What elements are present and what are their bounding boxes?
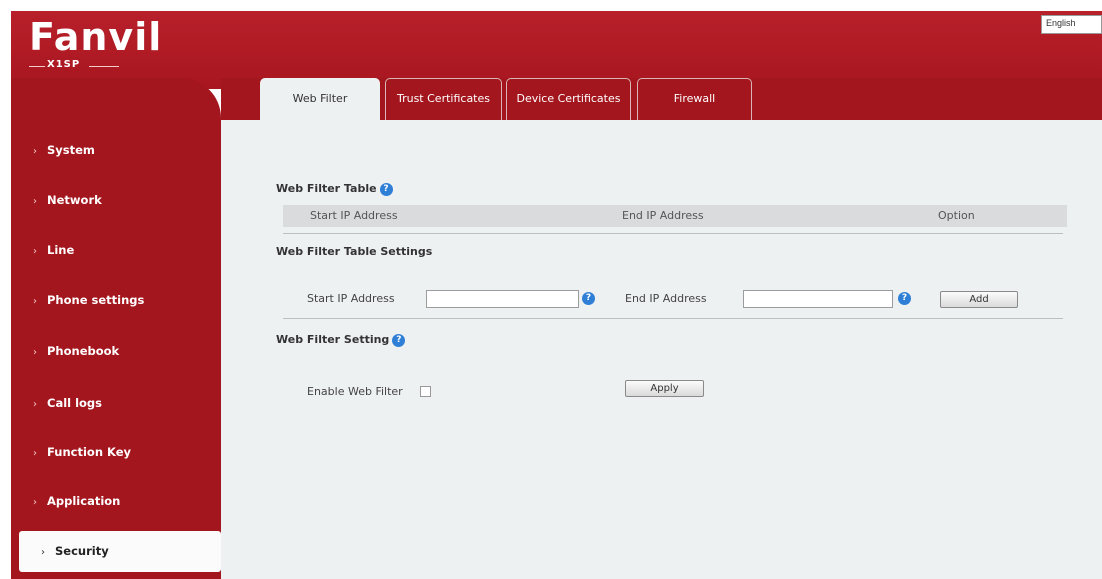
help-icon[interactable]: ? xyxy=(898,292,911,305)
logo: Fanvil xyxy=(29,15,163,59)
enable-web-filter-label: Enable Web Filter xyxy=(307,385,403,398)
sidebar-item-phonebook[interactable]: › Phonebook xyxy=(11,337,221,365)
tab-firewall[interactable]: Firewall xyxy=(637,78,752,120)
chevron-right-icon: › xyxy=(33,146,37,157)
tab-bar: Web Filter Trust Certificates Device Cer… xyxy=(221,78,1102,120)
sidebar-item-label: Application xyxy=(47,494,121,508)
divider xyxy=(283,233,1063,234)
end-ip-label: End IP Address xyxy=(625,292,707,305)
help-icon[interactable]: ? xyxy=(392,333,406,347)
table-header: Start IP Address End IP Address Option xyxy=(283,205,1067,227)
tab-web-filter[interactable]: Web Filter xyxy=(260,78,380,120)
section-title: Web Filter Setting xyxy=(276,333,390,346)
sidebar-item-label: Security xyxy=(55,544,109,558)
chevron-right-icon: › xyxy=(33,296,37,307)
section-title: Web Filter Table xyxy=(276,182,377,195)
apply-button[interactable]: Apply xyxy=(625,380,704,397)
sidebar-item-label: Call logs xyxy=(47,396,103,410)
sidebar-item-label: Function Key xyxy=(47,445,132,459)
tab-trust-certificates[interactable]: Trust Certificates xyxy=(385,78,502,120)
model-name: X1SP xyxy=(47,59,81,70)
help-icon[interactable]: ? xyxy=(582,292,595,305)
end-ip-input[interactable] xyxy=(743,290,893,308)
language-select[interactable]: English xyxy=(1041,15,1102,34)
sidebar-item-network[interactable]: › Network xyxy=(11,186,221,214)
sidebar-item-application[interactable]: › Application xyxy=(11,487,221,515)
web-filter-setting-heading: Web Filter Setting? xyxy=(276,333,406,347)
sidebar-item-call-logs[interactable]: › Call logs xyxy=(11,389,221,417)
add-button[interactable]: Add xyxy=(940,291,1018,308)
logo-divider xyxy=(89,66,119,67)
chevron-right-icon: › xyxy=(41,547,45,558)
tab-device-certificates[interactable]: Device Certificates xyxy=(506,78,631,120)
chevron-right-icon: › xyxy=(33,497,37,508)
web-filter-table-heading: Web Filter Table? xyxy=(276,182,393,196)
main-panel xyxy=(221,78,1102,579)
enable-web-filter-checkbox[interactable] xyxy=(420,386,431,397)
sidebar-item-label: Phonebook xyxy=(47,344,120,358)
table-settings-heading: Web Filter Table Settings xyxy=(276,245,433,258)
chevron-right-icon: › xyxy=(33,347,37,358)
sidebar: › System › Network › Line › Phone settings ›… xyxy=(11,78,221,579)
sidebar-item-label: Line xyxy=(47,243,75,257)
help-icon[interactable]: ? xyxy=(379,182,393,196)
sidebar-item-label: Network xyxy=(47,193,102,207)
start-ip-label: Start IP Address xyxy=(307,292,395,305)
chevron-right-icon: › xyxy=(33,196,37,207)
start-ip-input[interactable] xyxy=(426,290,579,308)
sidebar-item-line[interactable]: › Line xyxy=(11,236,221,264)
sidebar-item-phone-settings[interactable]: › Phone settings xyxy=(11,286,221,314)
column-option: Option xyxy=(938,209,975,222)
chevron-right-icon: › xyxy=(33,399,37,410)
sidebar-item-security[interactable]: › Security xyxy=(19,531,221,572)
chevron-right-icon: › xyxy=(33,448,37,459)
sidebar-item-label: Phone settings xyxy=(47,293,145,307)
column-start-ip: Start IP Address xyxy=(310,209,398,222)
divider xyxy=(283,318,1063,319)
sidebar-item-system[interactable]: › System xyxy=(11,136,221,164)
logo-divider xyxy=(29,66,45,67)
column-end-ip: End IP Address xyxy=(622,209,704,222)
chevron-right-icon: › xyxy=(33,246,37,257)
sidebar-item-function-key[interactable]: › Function Key xyxy=(11,438,221,466)
sidebar-item-label: System xyxy=(47,143,95,157)
